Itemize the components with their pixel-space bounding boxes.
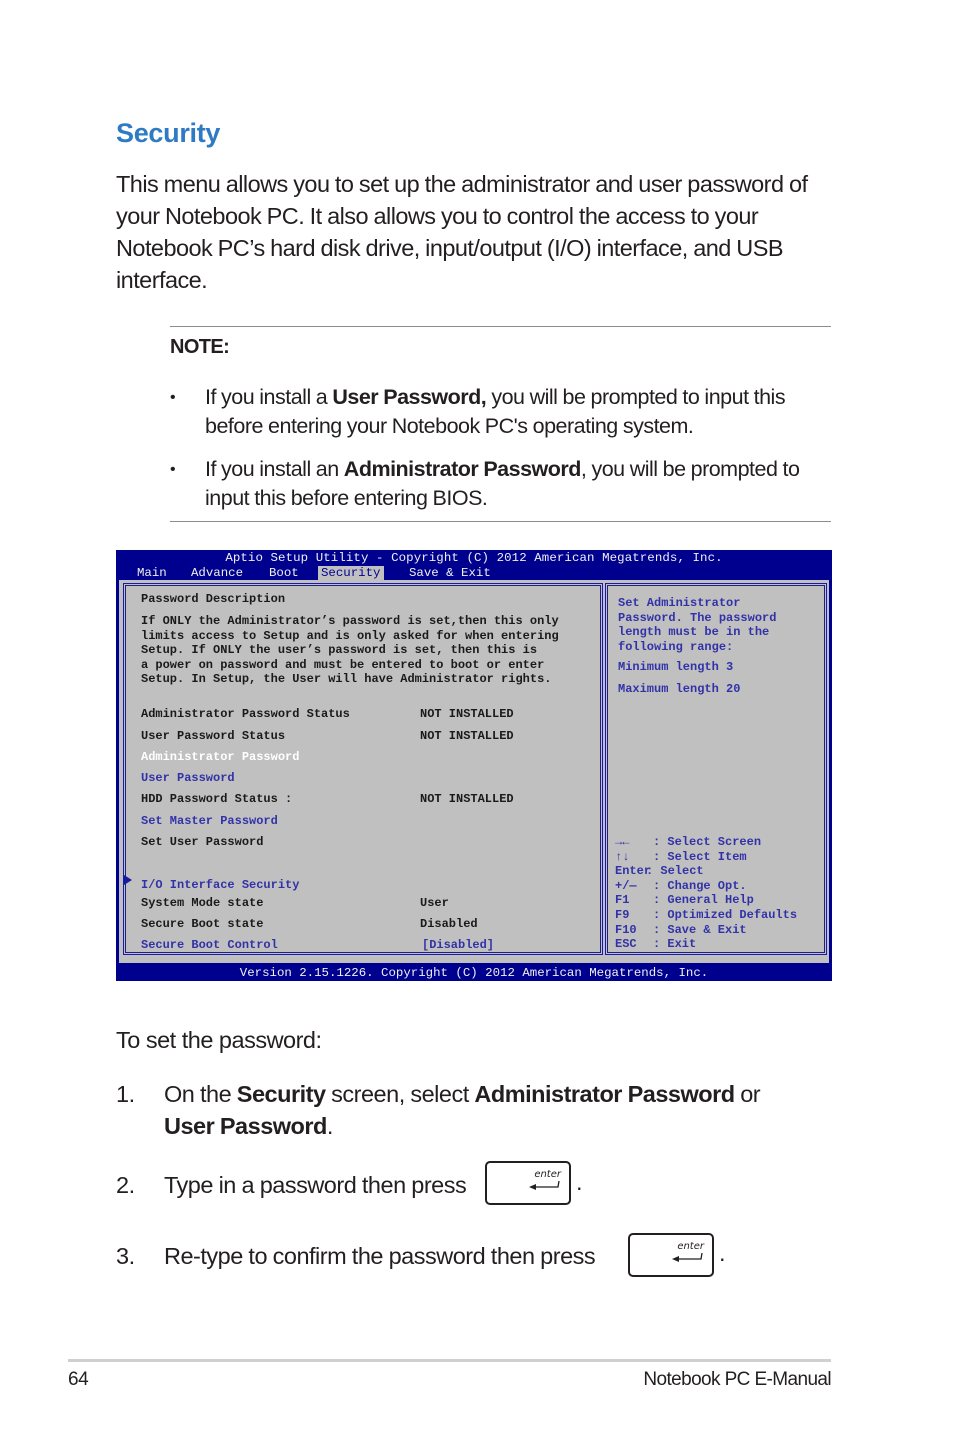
bios-footer: Version 2.15.1226. Copyright (C) 2012 Am… [239, 966, 709, 980]
description-line: Setup. In Setup, the User will have Admi… [141, 672, 552, 687]
step-number: 1. [116, 1081, 135, 1107]
key-legend-key: F10 [615, 922, 637, 937]
user-password-item[interactable]: User Password [141, 771, 235, 786]
bullet: • [170, 389, 176, 406]
return-arrow-icon [672, 1253, 703, 1262]
steps-intro: To set the password: [116, 1027, 322, 1053]
section-heading: Security [116, 118, 221, 148]
step-text: Re-type to confirm the password then pre… [164, 1243, 596, 1269]
key-legend-desc: : Select Item [653, 849, 747, 864]
step-text: screen, select [325, 1081, 475, 1107]
key-legend-desc: : General Help [653, 893, 754, 908]
note-title: NOTE: [170, 336, 230, 358]
note-bold: Administrator Password [343, 457, 582, 481]
secure-boot-control-item[interactable]: Secure Boot Control [141, 938, 278, 953]
key-legend-key: ↑↓ [615, 849, 630, 864]
bios-main-pane: Password Description If ONLY the Adminis… [123, 583, 603, 955]
key-legend-desc: : Optimized Defaults [653, 908, 798, 922]
key-legend-key: →← [615, 835, 630, 849]
key-legend-desc: : Select Screen [653, 835, 762, 849]
bios-help-pane: Set Administrator Password. The password… [605, 583, 827, 955]
note-top-rule [170, 326, 831, 327]
key-legend-desc: : Save & Exit [653, 922, 747, 937]
step-bold: Administrator Password [474, 1081, 735, 1107]
key-legend-desc: : Change Opt. [653, 878, 747, 893]
key-legend-key: +/— [615, 878, 637, 893]
note-text: If you install an [205, 457, 344, 481]
user-password-status-label: User Password Status [141, 729, 286, 743]
note-bold: User Password, [332, 385, 487, 409]
help-min-length: Minimum length 3 [618, 660, 734, 674]
description-title: Password Description [141, 592, 286, 606]
step-number: 2. [116, 1172, 135, 1198]
key-legend-key: F1 [615, 893, 630, 908]
system-mode-state-label: System Mode state [141, 896, 264, 910]
system-mode-state-value: User [420, 896, 449, 910]
step-bold: Security [236, 1081, 326, 1107]
intro-paragraph: This menu allows you to set up the admin… [116, 171, 808, 293]
set-master-password-item[interactable]: Set Master Password [141, 814, 278, 829]
tab-advance[interactable]: Advance [188, 566, 246, 580]
key-legend-desc: : Select [646, 864, 704, 879]
tab-save-exit[interactable]: Save & Exit [406, 566, 494, 580]
set-user-password-label: Set User Password [141, 835, 264, 849]
bullet: • [170, 461, 176, 478]
hdd-password-status-label: HDD Password Status : [141, 792, 293, 806]
enter-key-label: enter [677, 1241, 704, 1252]
description-line: Setup. If ONLY the user’s password is se… [141, 643, 538, 658]
help-line: length must be in the [618, 625, 770, 640]
return-arrow-icon [529, 1181, 560, 1190]
help-max-length: Maximum length 20 [618, 682, 741, 696]
step-text: . [326, 1113, 334, 1139]
admin-password-status-label: Administrator Password Status [141, 707, 350, 721]
key-legend-key: F9 [615, 908, 630, 922]
manual-name: Notebook PC E-Manual [643, 1369, 831, 1390]
page-number: 64 [68, 1369, 89, 1390]
hdd-password-status-value: NOT INSTALLED [420, 792, 514, 806]
enter-key-icon: enter [628, 1233, 714, 1277]
bios-screenshot: Aptio Setup Utility - Copyright (C) 2012… [116, 550, 832, 981]
io-interface-security-item[interactable]: I/O Interface Security [141, 878, 299, 893]
enter-key-label: enter [534, 1169, 561, 1180]
step-text: or [734, 1081, 761, 1107]
key-legend-key: ESC [615, 937, 637, 952]
step-number: 3. [116, 1243, 135, 1269]
bios-title: Aptio Setup Utility - Copyright (C) 2012… [225, 551, 723, 565]
description-line: limits access to Setup and is only asked… [141, 628, 559, 643]
footer-rule [68, 1359, 831, 1362]
submenu-arrow-icon [124, 875, 132, 885]
tab-main[interactable]: Main [134, 566, 170, 580]
tab-security[interactable]: Security [318, 566, 384, 580]
step-bold: User Password [164, 1113, 327, 1139]
note-text: If you install a [205, 385, 333, 409]
administrator-password-item[interactable]: Administrator Password [141, 750, 299, 765]
key-legend-desc: : Exit [653, 937, 697, 952]
tab-boot[interactable]: Boot [266, 566, 302, 580]
help-line: Set Administrator [618, 596, 741, 610]
note-bottom-rule [170, 521, 831, 522]
secure-boot-control-value[interactable]: [Disabled] [422, 938, 494, 953]
secure-boot-state-label: Secure Boot state [141, 917, 264, 931]
help-line: following range: [618, 639, 734, 654]
period: . [576, 1169, 583, 1195]
step-text: On the [164, 1081, 237, 1107]
secure-boot-state-value: Disabled [420, 917, 478, 931]
description-line: a power on password and must be entered … [141, 657, 545, 672]
description-line: If ONLY the Administrator’s password is … [141, 614, 559, 628]
admin-password-status-value: NOT INSTALLED [420, 707, 514, 721]
user-password-status-value: NOT INSTALLED [420, 729, 514, 743]
enter-key-icon: enter [485, 1161, 571, 1205]
help-line: Password. The password [618, 610, 777, 625]
bios-body: Password Description If ONLY the Adminis… [119, 580, 829, 963]
period: . [719, 1240, 726, 1266]
